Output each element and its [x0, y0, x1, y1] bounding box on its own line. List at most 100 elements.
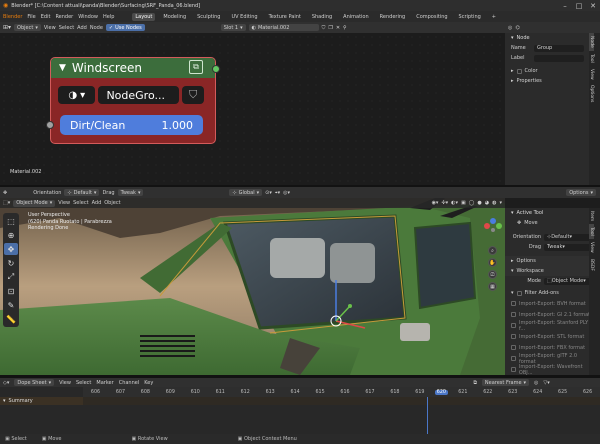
- tab-item[interactable]: Item: [589, 208, 594, 224]
- tab-layout[interactable]: Layout: [132, 12, 156, 21]
- material-selector[interactable]: ◐ Material.002: [248, 24, 319, 31]
- select-box-tool-icon[interactable]: ⬚: [4, 215, 18, 227]
- workspace-mode-dropdown[interactable]: ⬚ Object Mode ▾: [544, 277, 594, 285]
- ds-menu-marker[interactable]: Marker: [96, 380, 113, 386]
- snap-magnet-icon[interactable]: ⌖▾: [275, 190, 280, 196]
- overlay-icon[interactable]: ◎: [508, 25, 512, 31]
- dope-sheet-mode-dropdown[interactable]: Dope Sheet ▾: [14, 379, 55, 386]
- frame-ruler[interactable]: 606 607 608 609 610 611 612 613 614 615 …: [83, 387, 600, 397]
- shading-solid-icon[interactable]: ●: [477, 200, 481, 206]
- filter-icon[interactable]: ▽▾: [543, 380, 549, 386]
- addon-item[interactable]: Import-Export: STL format: [505, 331, 595, 342]
- scale-tool-icon[interactable]: ⤢: [4, 271, 18, 283]
- menu-window[interactable]: Window: [78, 14, 98, 20]
- tab-rendering[interactable]: Rendering: [377, 13, 409, 21]
- summary-channel[interactable]: ▾ Summary: [0, 397, 83, 405]
- drag-dropdown[interactable]: Tweak ▾: [117, 189, 144, 196]
- shading-rendered-icon[interactable]: ◍: [492, 200, 496, 206]
- object-mode-dropdown[interactable]: Object Mode ▾: [13, 199, 56, 207]
- move-tool-icon[interactable]: ✥: [4, 243, 18, 255]
- ds-menu-select[interactable]: Select: [76, 380, 91, 386]
- pan-hand-icon[interactable]: ✋: [488, 258, 497, 267]
- menu-file[interactable]: File: [27, 14, 35, 20]
- tab-options[interactable]: Options: [589, 82, 594, 105]
- menu-edit[interactable]: Edit: [41, 14, 51, 20]
- xray-icon[interactable]: ▣: [461, 200, 466, 206]
- close-icon[interactable]: ✕: [586, 0, 600, 11]
- transform-orientation-dropdown[interactable]: ⊹ Global ▾: [229, 189, 263, 196]
- tab-view[interactable]: View: [589, 66, 594, 83]
- addon-item[interactable]: Import-Export: Stanford PLY f...: [505, 320, 595, 332]
- shading-material-icon[interactable]: ◕: [485, 200, 489, 206]
- node-label-field[interactable]: [534, 54, 584, 62]
- node-name-field[interactable]: Group: [534, 44, 584, 52]
- collapse-triangle-icon[interactable]: ▼: [59, 63, 66, 73]
- tab-tool[interactable]: Tool: [589, 51, 594, 66]
- cursor-tool-icon[interactable]: ⊕: [4, 229, 18, 241]
- active-tool-header[interactable]: ▾ Active Tool: [505, 208, 595, 218]
- color-checkbox[interactable]: [516, 68, 522, 74]
- annotate-tool-icon[interactable]: ✎: [4, 299, 18, 311]
- editor-type-icon[interactable]: ⊞▾: [3, 24, 11, 31]
- snap-mode-dropdown[interactable]: Nearest Frame ▾: [481, 379, 530, 386]
- snap-icon[interactable]: ⧉: [473, 380, 477, 386]
- color-section[interactable]: ▸ Color: [505, 66, 595, 76]
- ds-menu-channel[interactable]: Channel: [119, 380, 140, 386]
- orientation-dropdown[interactable]: ⊹ Default ▾: [64, 189, 100, 196]
- tab-tool[interactable]: Tool: [589, 224, 594, 239]
- copy-icon[interactable]: ❐: [328, 25, 332, 31]
- addon-item[interactable]: Import-Export: BVH format: [505, 298, 595, 309]
- menu-node[interactable]: Node: [90, 25, 103, 31]
- add-workspace-button[interactable]: +: [489, 13, 499, 21]
- dirt-clean-slider[interactable]: Dirt/Clean 1.000: [60, 115, 203, 135]
- input-socket[interactable]: [46, 121, 54, 129]
- active-tool-row[interactable]: ✥ Move: [505, 218, 595, 228]
- move-tool-icon[interactable]: ✥: [3, 190, 7, 196]
- menu-blender[interactable]: Blender: [3, 14, 22, 20]
- ds-menu-key[interactable]: Key: [144, 380, 153, 386]
- viewport-menu-object[interactable]: Object: [104, 200, 120, 206]
- measure-tool-icon[interactable]: 📏: [4, 313, 18, 325]
- workspace-section[interactable]: ▾ Workspace: [505, 266, 595, 276]
- tab-bsdf[interactable]: BSDF: [589, 256, 594, 274]
- shading-options-icon[interactable]: ▾: [499, 200, 502, 206]
- pin-icon[interactable]: ⚲: [343, 25, 347, 31]
- proportional-icon[interactable]: ◎: [534, 380, 538, 386]
- tab-sculpting[interactable]: Sculpting: [194, 13, 223, 21]
- fake-user-shield-icon[interactable]: ⛉: [182, 86, 204, 104]
- gizmo-icon[interactable]: ✣▾: [441, 200, 448, 206]
- tab-compositing[interactable]: Compositing: [413, 13, 450, 21]
- filter-addons-checkbox[interactable]: [516, 290, 522, 296]
- menu-help[interactable]: Help: [103, 14, 114, 20]
- node-tree-dropdown[interactable]: ◑ ▾: [58, 86, 96, 104]
- tab-shading[interactable]: Shading: [309, 13, 335, 21]
- transform-tool-icon[interactable]: ⊡: [4, 285, 18, 297]
- viewport-menu-select[interactable]: Select: [73, 200, 88, 206]
- visibility-icon[interactable]: ◉▾: [432, 200, 439, 206]
- close-icon[interactable]: ✕: [336, 25, 340, 31]
- tab-node[interactable]: Node: [589, 33, 594, 51]
- viewport-menu-view[interactable]: View: [58, 200, 70, 206]
- slot-dropdown[interactable]: Slot 1 ▾: [220, 24, 246, 31]
- menu-select[interactable]: Select: [59, 25, 74, 31]
- tool-orientation-dropdown[interactable]: ⊹ Default ▾: [544, 233, 594, 241]
- menu-add[interactable]: Add: [77, 25, 87, 31]
- tab-scripting[interactable]: Scripting: [456, 13, 484, 21]
- filter-addons-row[interactable]: ▾ Filter Add-ons: [505, 288, 595, 298]
- options-dropdown[interactable]: Options ▾: [566, 189, 596, 196]
- output-socket[interactable]: [212, 65, 220, 73]
- tab-texture-paint[interactable]: Texture Paint: [266, 13, 304, 21]
- addon-item[interactable]: Import-Export: Gl 2.1 format: [505, 309, 595, 320]
- tool-drag-dropdown[interactable]: Tweak ▾: [544, 243, 594, 251]
- zoom-icon[interactable]: ⌕: [488, 246, 497, 255]
- object-type-dropdown[interactable]: Object ▾: [14, 24, 41, 31]
- grid-icon[interactable]: ▦: [488, 282, 497, 291]
- proportional-edit-icon[interactable]: ◎▾: [283, 190, 290, 196]
- menu-render[interactable]: Render: [55, 14, 73, 20]
- node-group-icon[interactable]: ⧉: [189, 60, 203, 74]
- current-frame-indicator[interactable]: 620: [432, 389, 450, 395]
- node-section-header[interactable]: ▾ Node: [505, 33, 595, 43]
- addon-item[interactable]: Import-Export: Wavefront OBJ...: [505, 364, 595, 376]
- pivot-icon[interactable]: ⊙▾: [265, 190, 272, 196]
- addon-item[interactable]: Import-Export: FBX format: [505, 342, 595, 353]
